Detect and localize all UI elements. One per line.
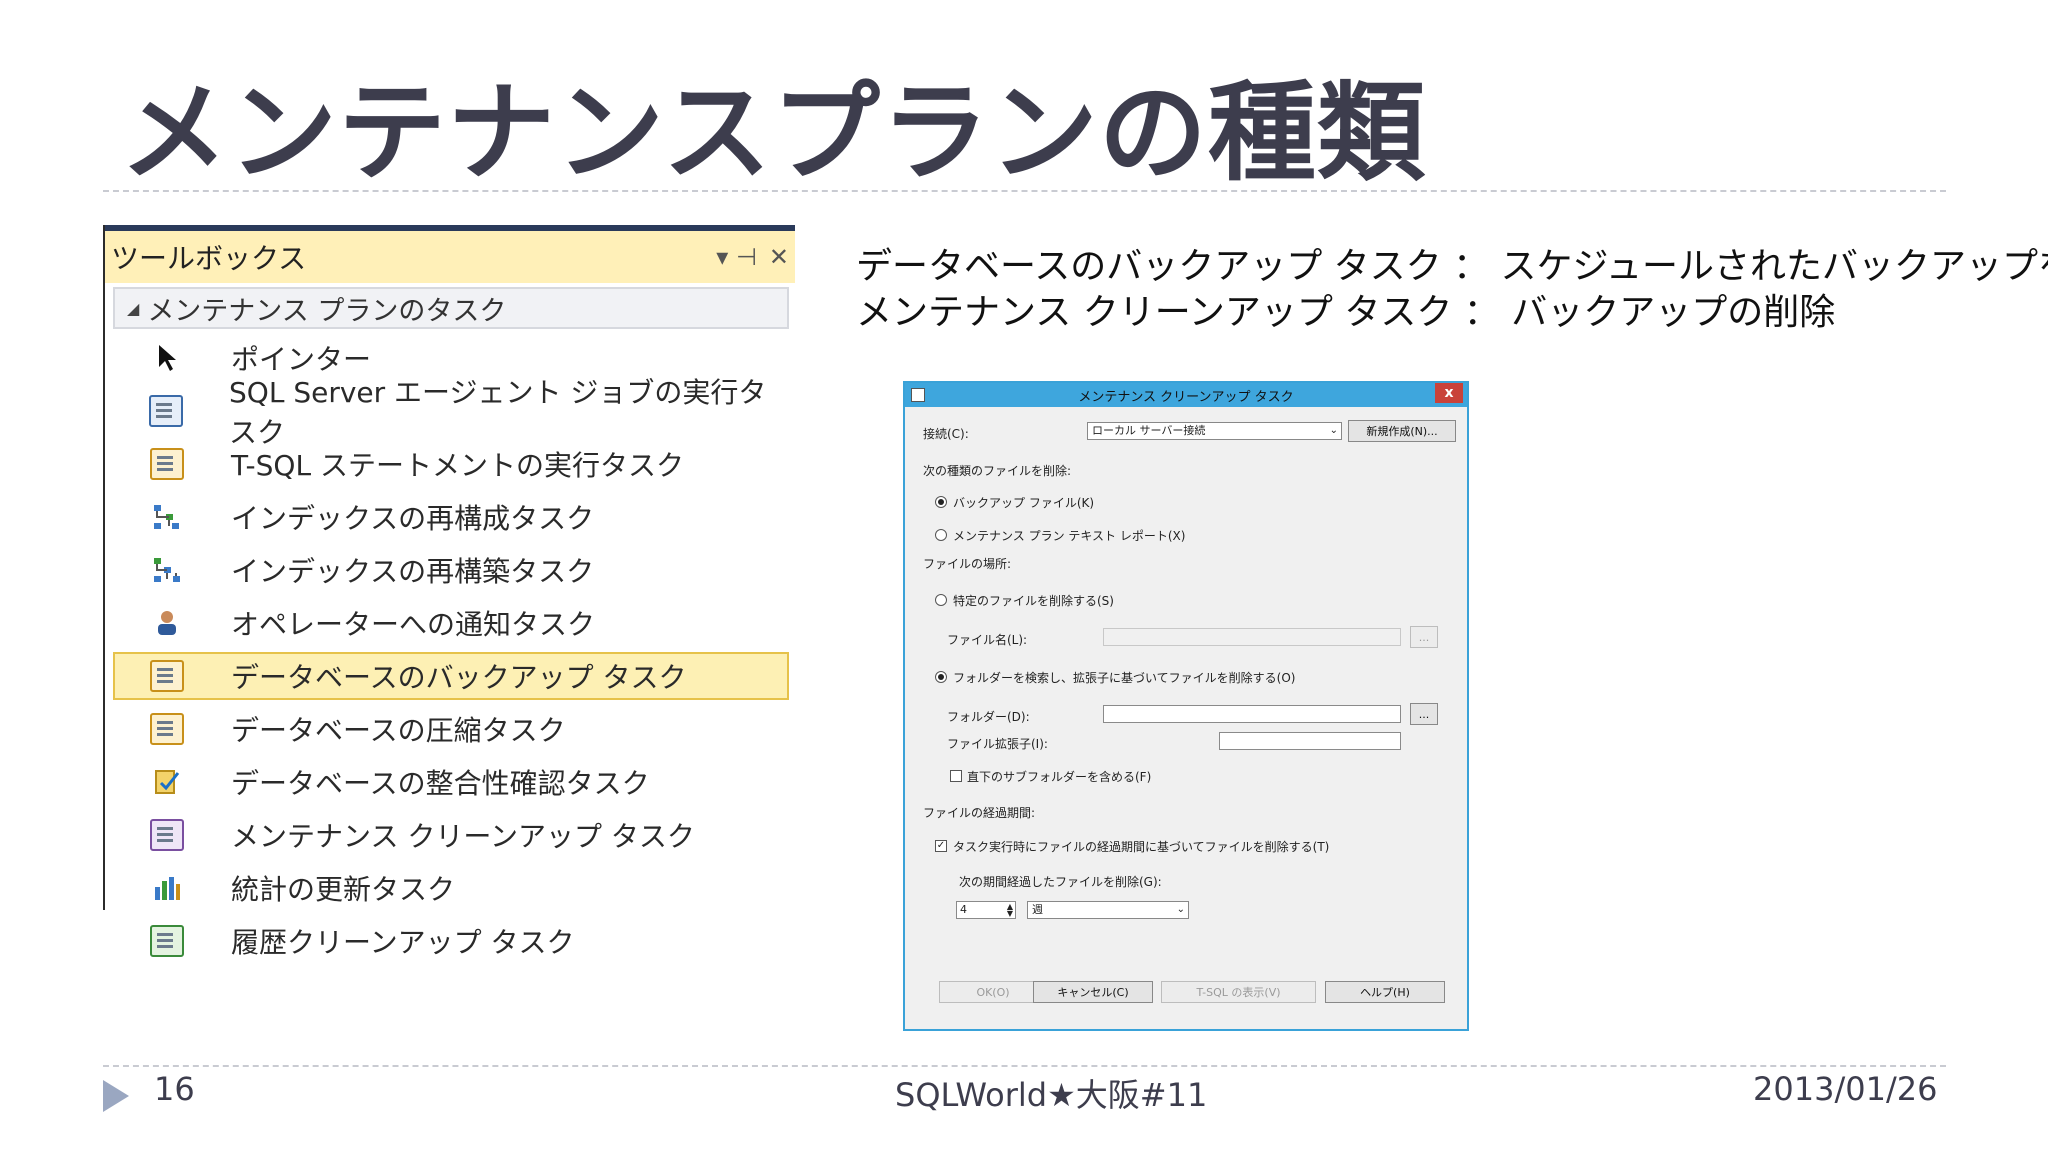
dialog-titlebar: メンテナンス クリーンアップ タスク x (905, 383, 1467, 407)
toolbox-item-shrink[interactable]: データベースの圧縮タスク (113, 705, 789, 753)
dialog-close-button[interactable]: x (1435, 383, 1463, 403)
toolbox-item-agent-job[interactable]: SQL Server エージェント ジョブの実行タスク (113, 376, 789, 449)
toolbox-item-backup[interactable]: データベースのバックアップ タスク (113, 652, 789, 700)
stepper-arrows-icon[interactable]: ▲ ▼ (1007, 903, 1013, 918)
subfolder-checkbox[interactable] (950, 770, 962, 782)
specific-file-label: 特定のファイルを削除する(S) (953, 594, 1114, 608)
file-age-checkbox[interactable]: ✓ (935, 840, 947, 852)
connection-label: 接続(C): (923, 427, 969, 441)
file-name-label: ファイル名(L): (947, 633, 1028, 647)
new-connection-button[interactable]: 新規作成(N)... (1348, 420, 1456, 442)
toolbox-item-index-rebuild[interactable]: インデックスの再構築タスク (113, 546, 789, 594)
history-icon (149, 924, 185, 958)
shrink-icon (149, 712, 185, 746)
ok-button[interactable]: OK(O) (939, 981, 1047, 1003)
backup-files-label: バックアップ ファイル(K) (953, 496, 1095, 510)
age-value: 4 (960, 903, 967, 916)
toolbox-title: ツールボックス (111, 242, 307, 275)
toolbox-item-label: 統計の更新タスク (231, 873, 456, 906)
extension-field[interactable] (1219, 732, 1401, 750)
toolbox-item-label: データベースの整合性確認タスク (231, 767, 650, 800)
toolbox-item-label: データベースのバックアップ タスク (231, 661, 687, 694)
task-description: データベースのバックアップ タスク ： スケジュールされたバックアップを取得 メ… (856, 244, 2048, 336)
tsql-icon (149, 447, 185, 481)
bullet-triangle-icon (103, 1080, 129, 1112)
chevron-down-icon: ⌄ (1176, 904, 1185, 915)
index-reorganize-icon (149, 500, 185, 534)
collapse-triangle-icon[interactable]: ◢ (127, 299, 139, 318)
folder-browse-button[interactable]: ... (1410, 703, 1438, 725)
toolbox-item-cleanup[interactable]: メンテナンス クリーンアップ タスク (113, 811, 789, 859)
footer-event-name: SQLWorld★大阪#11 (895, 1076, 1208, 1114)
file-location-label: ファイルの場所: (923, 557, 1012, 571)
toolbox-item-operator[interactable]: オペレーターへの通知タスク (113, 599, 789, 647)
toolbox-group-label: メンテナンス プランのタスク (147, 295, 507, 327)
delete-type-label: 次の種類のファイルを削除: (923, 464, 1072, 478)
toolbox-item-label: インデックスの再構成タスク (231, 502, 595, 535)
cancel-button[interactable]: キャンセル(C) (1033, 981, 1153, 1003)
description-line-backup: データベースのバックアップ タスク ： スケジュールされたバックアップを取得 (856, 246, 2048, 287)
chevron-down-icon: ⌄ (1329, 425, 1338, 436)
toolbox-panel: ツールボックス ▾ ⊣ ✕ ◢ メンテナンス プランのタスク ポインター SQL… (103, 225, 795, 959)
toolbox-item-label: SQL Server エージェント ジョブの実行タスク (229, 376, 767, 449)
show-tsql-button[interactable]: T-SQL の表示(V) (1161, 981, 1316, 1003)
older-than-label: 次の期間経過したファイルを削除(G): (959, 875, 1162, 889)
specific-file-radio[interactable] (935, 594, 947, 606)
file-name-browse-button[interactable]: ... (1410, 626, 1438, 648)
toolbox-item-statistics[interactable]: 統計の更新タスク (113, 864, 789, 912)
extension-label: ファイル拡張子(I): (947, 737, 1048, 751)
toolbox-item-integrity[interactable]: データベースの整合性確認タスク (113, 758, 789, 806)
connection-select[interactable]: ローカル サーバー接続 ⌄ (1087, 422, 1342, 440)
toolbox-item-index-reorganize[interactable]: インデックスの再構成タスク (113, 493, 789, 541)
cleanup-task-dialog: メンテナンス クリーンアップ タスク x 接続(C): ローカル サーバー接続 … (903, 381, 1469, 1031)
age-unit-value: 週 (1032, 903, 1043, 916)
operator-icon (149, 606, 185, 640)
toolbox-item-label: T-SQL ステートメントの実行タスク (231, 449, 684, 482)
subfolder-label: 直下のサブフォルダーを含める(F) (967, 770, 1152, 784)
dialog-app-icon (911, 388, 925, 402)
backup-icon (149, 659, 185, 693)
toolbox-item-label: メンテナンス クリーンアップ タスク (231, 820, 695, 853)
help-button[interactable]: ヘルプ(H) (1325, 981, 1445, 1003)
cleanup-icon (149, 818, 185, 852)
report-files-radio[interactable] (935, 529, 947, 541)
toolbox-item-label: インデックスの再構築タスク (231, 555, 595, 588)
toolbox-item-label: データベースの圧縮タスク (231, 714, 566, 747)
folder-label: フォルダー(D): (947, 710, 1030, 724)
toolbox-group-maintenance[interactable]: ◢ メンテナンス プランのタスク (113, 287, 789, 329)
age-value-stepper[interactable]: 4 ▲ ▼ (956, 901, 1016, 919)
integrity-icon (149, 765, 185, 799)
file-age-check-label: タスク実行時にファイルの経過期間に基づいてファイルを削除する(T) (953, 840, 1330, 854)
toolbox-item-history[interactable]: 履歴クリーンアップ タスク (113, 917, 789, 965)
connection-value: ローカル サーバー接続 (1092, 424, 1206, 437)
description-line-cleanup: メンテナンス クリーンアップ タスク ： バックアップの削除 (856, 292, 1836, 333)
dialog-title: メンテナンス クリーンアップ タスク (1078, 389, 1294, 405)
slide-title: メンテナンスプランの種類 (120, 71, 1426, 196)
title-divider (103, 190, 1946, 192)
index-rebuild-icon (149, 553, 185, 587)
pointer-icon (149, 341, 185, 375)
report-files-label: メンテナンス プラン テキスト レポート(X) (953, 529, 1186, 543)
folder-search-radio[interactable] (935, 671, 947, 683)
toolbox-item-label: 履歴クリーンアップ タスク (231, 926, 575, 959)
age-unit-select[interactable]: 週 ⌄ (1027, 901, 1189, 919)
footer-divider (103, 1065, 1946, 1067)
close-icon[interactable]: ✕ (769, 243, 789, 271)
toolbox-header: ツールボックス ▾ ⊣ ✕ (105, 225, 795, 283)
agent-job-icon (149, 394, 183, 428)
file-age-label: ファイルの経過期間: (923, 806, 1036, 820)
toolbox-item-label: オペレーターへの通知タスク (231, 608, 596, 641)
pin-icon[interactable]: ▾ ⊣ (716, 243, 757, 271)
backup-files-radio[interactable] (935, 496, 947, 508)
footer-date: 2013/01/26 (1753, 1070, 1938, 1108)
statistics-icon (149, 871, 185, 905)
folder-search-label: フォルダーを検索し、拡張子に基づいてファイルを削除する(O) (953, 671, 1296, 685)
file-name-field[interactable] (1103, 628, 1401, 646)
folder-field[interactable] (1103, 705, 1401, 723)
page-number: 16 (154, 1070, 195, 1108)
